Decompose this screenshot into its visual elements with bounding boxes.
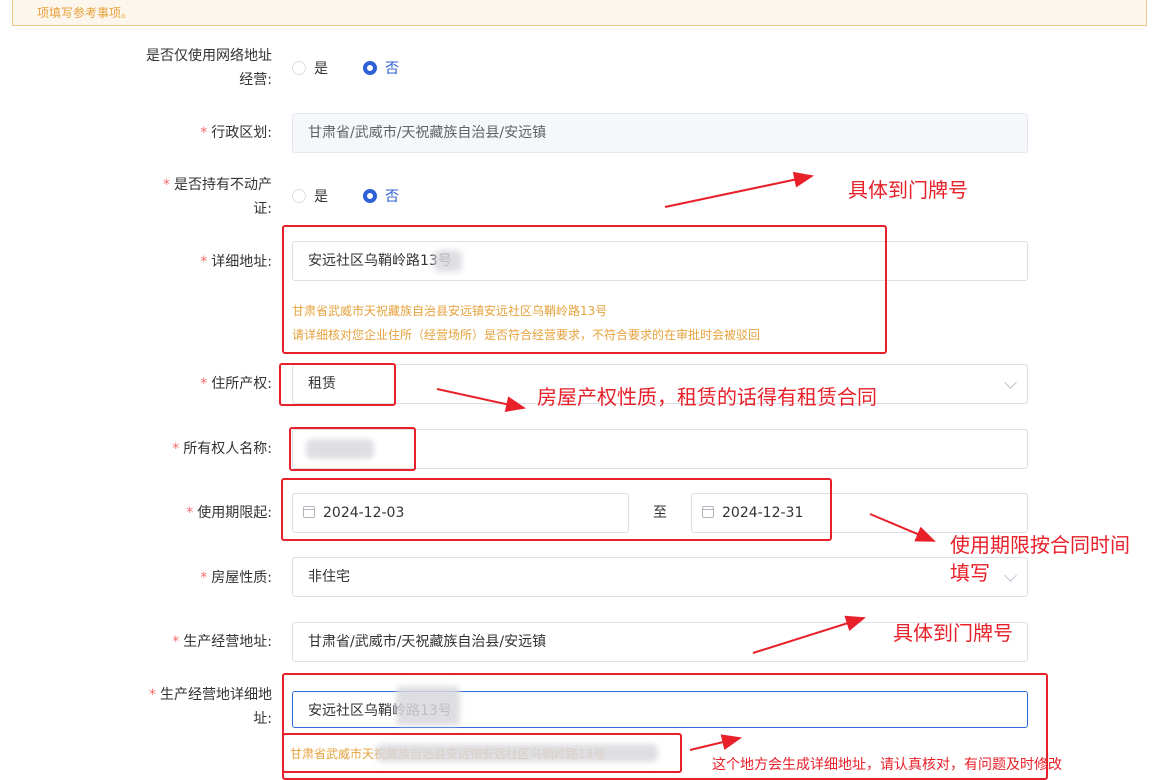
annotation-text-5: 这个地方会生成详细地址，请认真核对，有问题及时修改 [712,757,1062,773]
annotation-text-3: 使用期限按合同时间 填写 [950,531,1130,587]
annotation-text-4: 具体到门牌号 [893,621,1013,645]
annotation-text-2: 房屋产权性质，租赁的话得有租赁合同 [537,385,877,409]
annotation-text-3-line2: 填写 [950,561,990,585]
annotation-text-3-line1: 使用期限按合同时间 [950,533,1130,557]
annotation-text-1: 具体到门牌号 [848,178,968,202]
